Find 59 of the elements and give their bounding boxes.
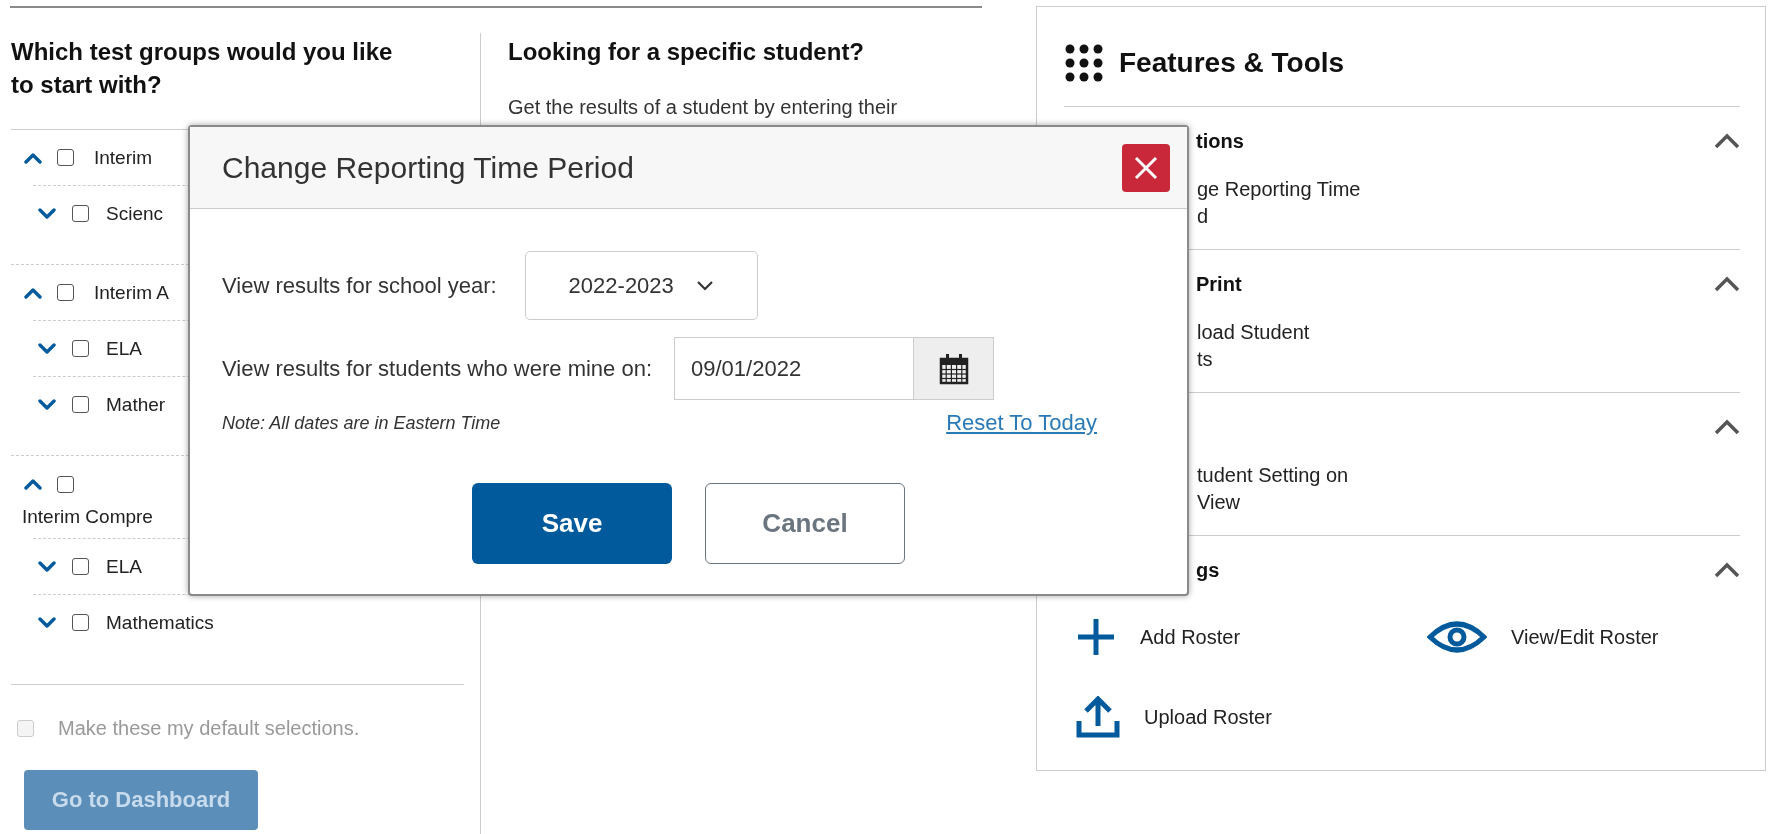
checkbox-label: Make these my default selections. <box>58 716 360 740</box>
cancel-button[interactable]: Cancel <box>705 483 905 564</box>
group-label: Interim <box>94 146 153 169</box>
chevron-up-icon[interactable] <box>24 478 42 490</box>
section-title: Print <box>1196 272 1242 296</box>
reset-link[interactable]: Reset To Today <box>946 410 1097 436</box>
subject-label: ELA <box>106 337 142 360</box>
save-button[interactable]: Save <box>472 483 672 564</box>
plus-icon[interactable] <box>1076 617 1116 657</box>
chevron-up-icon[interactable] <box>24 151 42 164</box>
close-button[interactable] <box>1122 143 1170 192</box>
checkbox[interactable] <box>57 284 74 301</box>
dialog-title: Change Reporting Time Period <box>222 150 634 185</box>
year-dropdown[interactable]: 2022-2023 <box>524 251 758 320</box>
section-title: tions <box>1196 129 1244 153</box>
chevron-down-icon[interactable] <box>38 616 56 629</box>
chevron-up-icon[interactable] <box>1714 133 1740 149</box>
date-field[interactable]: 09/01/2022 <box>674 337 915 400</box>
note-text: Note: All dates are in Eastern Time <box>222 412 501 434</box>
chevron-up-icon[interactable] <box>1714 562 1740 578</box>
section-heading: Looking for a specific student? <box>508 37 866 67</box>
checkbox[interactable] <box>72 205 89 222</box>
chevron-up-icon[interactable] <box>1714 419 1740 435</box>
chevron-up-icon[interactable] <box>24 286 42 299</box>
chevron-down-icon[interactable] <box>38 207 56 220</box>
checkbox[interactable] <box>57 149 74 166</box>
checkbox[interactable] <box>72 396 89 413</box>
subject-label: ELA <box>106 555 142 578</box>
field-label: View results for students who were mine on: <box>222 355 653 382</box>
subject-label: Mathematics <box>106 611 214 634</box>
checkbox[interactable] <box>57 475 74 493</box>
chevron-down-icon[interactable] <box>38 398 56 411</box>
group-label: Interim Compre <box>21 505 154 529</box>
calendar-icon <box>938 352 969 385</box>
subject-label: Mather <box>106 393 166 416</box>
section-title: gs <box>1196 558 1220 582</box>
chevron-up-icon[interactable] <box>1714 276 1740 292</box>
chevron-down-icon <box>695 280 714 291</box>
tool-link[interactable]: load Student ts <box>1197 319 1310 373</box>
upload-icon[interactable] <box>1076 696 1120 738</box>
panel-title: Features & Tools <box>1119 47 1345 79</box>
tool-link[interactable]: Upload Roster <box>1144 705 1272 729</box>
tool-link[interactable]: View/Edit Roster <box>1511 625 1659 649</box>
checkbox[interactable] <box>72 340 89 357</box>
checkbox[interactable] <box>72 614 89 631</box>
checkbox[interactable] <box>72 558 89 575</box>
chevron-down-icon[interactable] <box>38 560 56 573</box>
tool-link[interactable]: Add Roster <box>1140 625 1241 649</box>
description-text: Get the results of a student by entering their <box>508 95 899 119</box>
close-icon <box>1133 154 1159 181</box>
group-label: Interim A <box>94 281 169 304</box>
field-label: View results for school year: <box>222 272 497 299</box>
chevron-down-icon[interactable] <box>38 342 56 355</box>
tool-link[interactable]: tudent Setting on View <box>1197 462 1349 516</box>
grid-dots-icon <box>1064 43 1104 83</box>
tool-link[interactable]: ge Reporting Time d <box>1197 176 1361 230</box>
calendar-button[interactable] <box>914 337 995 400</box>
subject-label: Scienc <box>106 202 164 225</box>
section-heading: Which test groups would you like to start with? <box>11 37 394 100</box>
